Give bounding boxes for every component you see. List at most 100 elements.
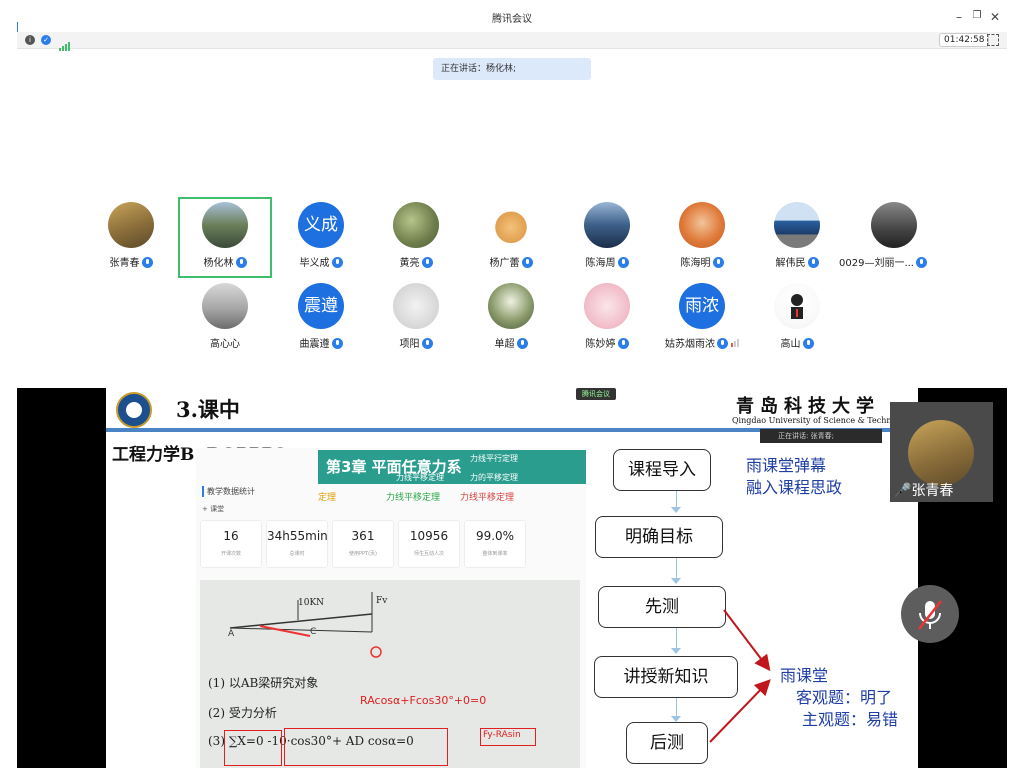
avatar	[679, 202, 725, 248]
title-bar: 腾讯会议 – ❐ ✕	[17, 0, 1007, 40]
chapter-banner: 第3章 平面任意力系 力线平行定理 力线平移定理 力的平移定理	[318, 450, 586, 484]
avatar	[774, 283, 820, 329]
minimize-button[interactable]: –	[951, 10, 967, 24]
stats-header: 教学数据统计	[202, 486, 255, 497]
stat-card: 10956 师生互动人次	[398, 520, 460, 568]
mic-icon	[807, 257, 819, 268]
participant-tile[interactable]: 张青春	[86, 202, 176, 282]
stat-label: 开课次数	[220, 551, 241, 557]
fullscreen-icon[interactable]	[987, 34, 999, 46]
participant-tile[interactable]: 陈海周	[562, 202, 652, 282]
participant-name: 项阳	[399, 339, 420, 350]
participant-tile[interactable]: 陈海明	[657, 202, 747, 282]
mic-icon	[141, 257, 153, 268]
mic-icon	[516, 338, 528, 349]
note-subjective: 主观题：易错	[802, 710, 899, 729]
speaker-video-panel[interactable]: 正在讲话: 张青春; 🎤张青春	[760, 402, 993, 502]
mic-icon	[617, 257, 629, 268]
university-name-en: Qingdao University of Science & Technolo…	[732, 416, 914, 425]
mic-icon	[617, 338, 629, 349]
avatar: 雨浓	[679, 283, 725, 329]
avatar	[202, 202, 248, 248]
participant-tile[interactable]: 杨化林	[180, 202, 270, 282]
flow-arrow	[671, 578, 681, 584]
avatar	[393, 283, 439, 329]
stat-label: 总课时	[289, 551, 305, 557]
avatar	[871, 202, 917, 248]
participant-tile[interactable]: 项阳	[371, 283, 461, 363]
signal-icon[interactable]	[59, 36, 71, 55]
university-name: 青岛科技大学	[736, 396, 880, 417]
handwritten-label: Fv	[376, 596, 388, 606]
flow-box: 讲授新知识	[594, 656, 738, 698]
handwritten-line: (1) 以AB梁研究对象	[208, 676, 319, 690]
participant-tile[interactable]: 0029—刘丽一...	[839, 202, 967, 282]
participant-tile[interactable]: 黄亮	[371, 202, 461, 282]
mic-icon: 🎤	[894, 483, 912, 499]
embedded-screenshot: 第3章 平面任意力系 力线平行定理 力线平移定理 力的平移定理 定理 力线平移定…	[196, 448, 586, 768]
law-label: 力线平移定理	[460, 493, 515, 503]
avatar: 义成	[298, 202, 344, 248]
mic-icon	[421, 338, 433, 349]
stat-label: 使用PPT(页)	[349, 551, 377, 557]
stat-card: 16 开课次数	[200, 520, 262, 568]
handwritten-line: (2) 受力分析	[208, 706, 277, 720]
speaker-avatar	[908, 420, 974, 486]
slide-title: 3.课中	[176, 397, 240, 422]
avatar	[108, 202, 154, 248]
info-icon[interactable]: i	[25, 35, 35, 45]
participant-name: 黄亮	[399, 258, 420, 269]
shield-icon[interactable]: ✓	[41, 35, 51, 45]
mic-muted-icon	[918, 600, 942, 630]
mic-icon	[331, 257, 343, 268]
mic-icon	[717, 338, 728, 349]
participant-tile[interactable]: 单超	[466, 283, 556, 363]
stat-value: 16	[223, 529, 239, 543]
flow-arrow	[671, 648, 681, 654]
avatar	[774, 202, 820, 248]
participant-tile[interactable]: 陈妙婷	[562, 283, 652, 363]
banner-subtext: 力线平行定理	[470, 454, 518, 463]
participant-tile[interactable]: 高心心	[180, 283, 270, 363]
participant-tile[interactable]: 雨浓 姑苏烟雨浓	[657, 283, 747, 363]
mic-icon	[712, 257, 724, 268]
restore-button[interactable]: ❐	[969, 10, 985, 21]
flow-box: 后测	[626, 722, 708, 764]
status-toolbar: i ✓ 01:42:58	[17, 32, 1007, 51]
flow-box: 明确目标	[595, 516, 723, 558]
mic-icon	[802, 338, 814, 349]
university-logo	[116, 392, 152, 428]
close-button[interactable]: ✕	[987, 10, 1003, 24]
speaking-tag: 正在讲话: 张青春;	[760, 429, 882, 443]
mute-button[interactable]	[901, 585, 959, 643]
slide: 3.课中 腾讯会议 青岛科技大学 Qingdao University of S…	[106, 388, 918, 768]
avatar	[584, 283, 630, 329]
participant-name: 陈妙婷	[585, 339, 616, 350]
participant-name: 陈海明	[680, 258, 711, 269]
participant-name: 高山	[780, 339, 801, 350]
stat-card: 361 使用PPT(页)	[332, 520, 394, 568]
participant-tile[interactable]: 义成 毕义成	[276, 202, 366, 282]
stat-card: 99.0% 整体到课率	[464, 520, 526, 568]
stats-subheader: + 课堂	[202, 505, 225, 513]
law-label: 定理	[318, 493, 337, 503]
svg-text:A: A	[228, 629, 235, 639]
participant-tile[interactable]: 解伟民	[752, 202, 842, 282]
avatar	[584, 202, 630, 248]
law-label: 力线平移定理	[386, 493, 441, 503]
note-danmaku: 雨课堂弹幕	[746, 456, 827, 475]
participant-tile[interactable]: 杨广蕾	[466, 202, 556, 282]
flow-box: 课程导入	[613, 449, 711, 491]
handwritten-label: 10KN	[298, 598, 325, 608]
ppt-meeting-label: 腾讯会议	[576, 388, 616, 400]
participant-name: 解伟民	[775, 258, 806, 269]
mic-icon	[235, 257, 247, 268]
flow-box: 先测	[598, 586, 726, 628]
avatar	[393, 202, 439, 248]
participant-tile[interactable]: 高山	[752, 283, 842, 363]
avatar	[488, 283, 534, 329]
stat-value: 10956	[409, 529, 449, 543]
mic-icon	[331, 338, 343, 349]
avatar: 震遵	[298, 283, 344, 329]
participant-tile[interactable]: 震遵 曲震遵	[276, 283, 366, 363]
